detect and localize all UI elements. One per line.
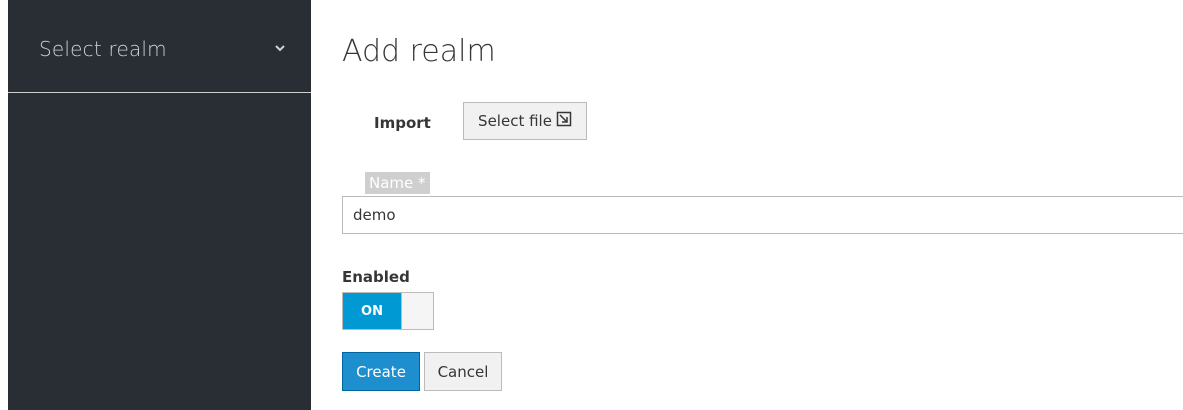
main-content: Add realm Import Select file Name * Enab… — [311, 0, 1183, 410]
page-title: Add realm — [342, 34, 496, 69]
import-file-icon — [556, 111, 572, 131]
realm-selector-dropdown[interactable]: Select realm — [8, 0, 311, 93]
name-input[interactable] — [342, 196, 1183, 234]
realm-selector-label: Select realm — [39, 37, 167, 61]
toggle-on-text: ON — [343, 293, 401, 329]
name-label: Name * — [365, 172, 430, 194]
import-label: Import — [374, 114, 431, 132]
sidebar: Select realm — [8, 0, 311, 410]
select-file-label: Select file — [478, 112, 552, 130]
app-frame: Select realm Add realm Import Select fil… — [0, 0, 1183, 410]
enabled-label: Enabled — [342, 268, 410, 286]
chevron-down-icon — [273, 41, 287, 55]
toggle-handle — [401, 293, 433, 329]
create-button[interactable]: Create — [342, 352, 420, 391]
left-gutter — [0, 0, 8, 410]
cancel-button[interactable]: Cancel — [424, 352, 502, 391]
select-file-button[interactable]: Select file — [463, 102, 587, 140]
enabled-toggle[interactable]: ON — [342, 292, 434, 330]
